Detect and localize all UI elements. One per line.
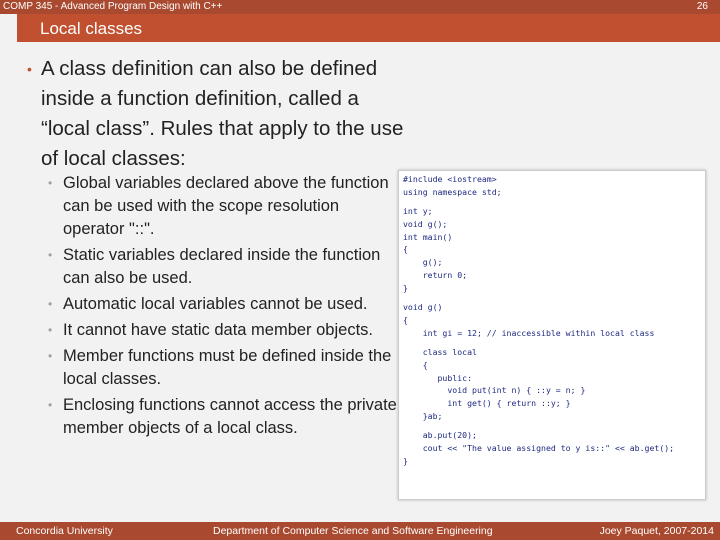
code-line: void put(int n) { ::y = n; }: [403, 385, 586, 396]
sub-bullet-item: • Static variables declared inside the fu…: [48, 244, 403, 290]
bullet-dot-icon: •: [48, 323, 53, 337]
code-line: }: [403, 282, 408, 293]
sub-bullet-item: • Member functions must be defined inside…: [48, 345, 403, 391]
code-line: int main(): [403, 231, 453, 242]
sub-bullet-text: Automatic local variables cannot be used…: [63, 295, 368, 313]
bullet-dot-icon: •: [48, 398, 53, 412]
code-line: ab.put(20);: [403, 430, 477, 441]
footer-author: Joey Paquet, 2007-2014: [599, 525, 714, 537]
course-title: COMP 345 - Advanced Program Design with …: [3, 1, 223, 12]
sub-bullet-list: • Global variables declared above the fun…: [48, 172, 403, 443]
sub-bullet-text: It cannot have static data member object…: [63, 321, 373, 339]
code-line: return 0;: [403, 270, 468, 281]
code-line: g();: [403, 257, 443, 268]
code-line: {: [403, 359, 428, 370]
code-screenshot: #include <iostream> using namespace std; i…: [398, 170, 706, 500]
page-number: 26: [696, 1, 708, 12]
code-line: int gi = 12; // inaccessible within loca…: [403, 327, 655, 338]
sub-bullet-item: • Automatic local variables cannot be use…: [48, 293, 403, 316]
code-line: }ab;: [403, 411, 443, 422]
code-line: #include <iostream>: [403, 174, 497, 184]
code-line: int y;: [403, 206, 433, 217]
slide-content: • A class definition can also be defined…: [0, 48, 720, 500]
bullet-dot-icon: •: [48, 349, 53, 363]
code-line: }: [403, 455, 408, 466]
main-bullet: • A class definition can also be defined…: [27, 54, 407, 174]
code-block: #include <iostream> using namespace std; i…: [403, 173, 674, 468]
sub-bullet-item: • It cannot have static data member objec…: [48, 319, 403, 342]
slide-footer-bar: Concordia University Department of Compu…: [0, 522, 720, 540]
code-line: using namespace std;: [403, 186, 502, 197]
main-bullet-text: A class definition can also be defined i…: [41, 57, 404, 170]
code-line: {: [403, 314, 408, 325]
footer-university: Concordia University: [16, 525, 113, 537]
footer-department: Department of Computer Science and Softw…: [213, 525, 493, 537]
sub-bullet-text: Enclosing functions cannot access the pr…: [63, 396, 397, 437]
bullet-dot-icon: •: [48, 176, 53, 190]
code-line: void g(): [403, 302, 443, 313]
bullet-dot-icon: •: [48, 297, 53, 311]
sub-bullet-text: Static variables declared inside the fun…: [63, 246, 381, 287]
code-line: public:: [403, 372, 473, 383]
sub-bullet-item: • Global variables declared above the fun…: [48, 172, 403, 241]
sub-bullet-item: • Enclosing functions cannot access the p…: [48, 394, 403, 440]
slide-title: Local classes: [40, 19, 143, 38]
code-line: int get() { return ::y; }: [403, 398, 571, 409]
code-line: {: [403, 244, 408, 255]
bullet-dot-icon: •: [27, 61, 32, 77]
code-line: void g();: [403, 218, 448, 229]
slide-header-bar: COMP 345 - Advanced Program Design with …: [0, 0, 720, 14]
bullet-dot-icon: •: [48, 248, 53, 262]
sub-bullet-text: Global variables declared above the func…: [63, 174, 389, 238]
sub-bullet-text: Member functions must be defined inside …: [63, 347, 392, 388]
slide-title-bar: Local classes: [17, 14, 720, 42]
code-line: class local: [403, 347, 477, 358]
code-line: cout << "The value assigned to y is::" <…: [403, 443, 675, 454]
